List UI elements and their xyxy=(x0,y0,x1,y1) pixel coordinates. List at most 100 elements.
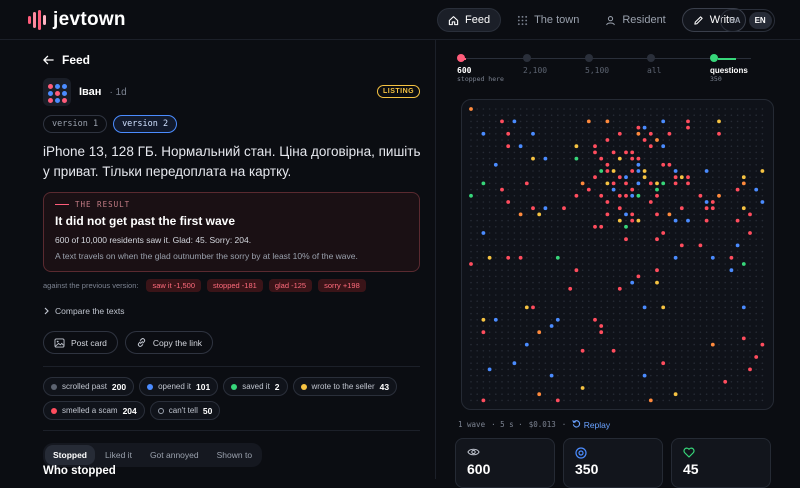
resident-dot xyxy=(693,170,695,172)
resident-dot xyxy=(643,108,646,110)
resident-dot xyxy=(662,108,664,110)
resident-dot xyxy=(557,133,559,135)
resident-dot xyxy=(755,120,757,123)
post-card-button[interactable]: Post card xyxy=(43,331,118,354)
resident-dot xyxy=(749,170,751,172)
resident-dot xyxy=(637,325,640,327)
resident-dot xyxy=(712,250,714,253)
reaction-count: 43 xyxy=(379,381,390,392)
resident-dot xyxy=(724,157,726,160)
nav-town[interactable]: The town xyxy=(507,8,589,32)
resident-dot xyxy=(631,250,633,253)
resident-dot xyxy=(588,257,590,259)
resident-dot xyxy=(668,350,671,352)
avatar[interactable] xyxy=(43,78,71,106)
resident-dot xyxy=(476,157,478,160)
wave-stage-2100[interactable]: 2,100 xyxy=(523,54,547,75)
resident-dot xyxy=(619,145,621,147)
resident-dot xyxy=(612,356,615,358)
tab-stopped[interactable]: Stopped xyxy=(45,445,95,465)
resident-dot xyxy=(557,226,559,228)
reaction-chip[interactable]: opened it 101 xyxy=(139,377,219,396)
image-icon xyxy=(54,337,65,348)
resident-dot xyxy=(761,139,764,141)
resident-dot xyxy=(718,250,720,253)
resident-dot xyxy=(550,139,553,141)
version-1-button[interactable]: version 1 xyxy=(43,115,108,133)
tab-liked-it[interactable]: Liked it xyxy=(97,445,140,465)
resident-dot xyxy=(712,226,714,228)
town-simulation-map[interactable] xyxy=(461,99,774,410)
resident-dot xyxy=(631,381,633,383)
resident-dot xyxy=(594,263,596,265)
resident-dot xyxy=(513,219,516,222)
resident-dot xyxy=(495,207,497,209)
reaction-label: can't tell xyxy=(168,406,198,415)
resident-dot xyxy=(712,362,714,365)
resident-dot xyxy=(619,188,621,191)
resident-dot xyxy=(594,182,596,185)
reaction-chip[interactable]: saved it 2 xyxy=(223,377,288,396)
resident-dot xyxy=(569,157,571,160)
wave-stage-questions[interactable]: questions 350 xyxy=(710,54,748,83)
resident-dot xyxy=(625,133,627,135)
resident-dot xyxy=(699,263,702,265)
resident-dot xyxy=(476,182,478,185)
reaction-chip[interactable]: scrolled past 200 xyxy=(43,377,135,396)
resident-dot xyxy=(736,151,739,154)
resident-dot xyxy=(569,306,571,309)
lang-ua[interactable]: UA xyxy=(723,12,747,29)
resident-dot xyxy=(482,139,485,141)
resident-dot xyxy=(581,257,584,259)
resident-dot xyxy=(488,244,491,247)
resident-dot xyxy=(619,269,621,271)
sim-time: · 5 s · xyxy=(491,420,523,429)
resident-dot xyxy=(662,207,664,209)
tab-shown-to[interactable]: Shown to xyxy=(209,445,260,465)
resident-dot xyxy=(507,393,509,396)
resident-dot xyxy=(563,126,565,129)
logo[interactable]: jevtown xyxy=(28,9,126,31)
wave-stage-600[interactable]: 600 stopped here xyxy=(457,54,504,83)
replay-button[interactable]: Replay xyxy=(572,419,610,430)
nav-feed[interactable]: Feed xyxy=(437,8,502,32)
resident-dot xyxy=(736,300,739,302)
version-2-button[interactable]: version 2 xyxy=(113,115,178,133)
resident-dot xyxy=(712,145,714,147)
resident-dot xyxy=(600,306,602,309)
resident-dot xyxy=(749,195,751,197)
reaction-chip[interactable]: smelled a scam 204 xyxy=(43,401,145,420)
resident-dot xyxy=(736,331,739,333)
resident-dot xyxy=(656,312,658,315)
resident-dot xyxy=(724,325,726,327)
resident-dot xyxy=(544,139,547,141)
compare-texts-toggle[interactable]: Compare the texts xyxy=(43,306,124,316)
resident-dot xyxy=(532,350,534,352)
author-name[interactable]: Іван xyxy=(79,86,101,98)
nav-resident[interactable]: Resident xyxy=(595,8,675,32)
lang-en[interactable]: EN xyxy=(748,12,772,29)
resident-dot xyxy=(718,257,720,259)
resident-dot xyxy=(526,244,528,247)
copy-link-button[interactable]: Copy the link xyxy=(124,331,214,354)
resident-dot xyxy=(550,108,553,110)
back-to-feed[interactable]: Feed xyxy=(43,53,90,67)
resident-dot xyxy=(526,176,528,178)
resident-dot xyxy=(755,145,757,147)
resident-dot xyxy=(606,219,609,222)
wave-stage-all[interactable]: all xyxy=(647,54,661,75)
reaction-chip[interactable]: can't tell 50 xyxy=(149,401,221,420)
reaction-chip[interactable]: wrote to the seller 43 xyxy=(292,377,398,396)
tab-got-annoyed[interactable]: Got annoyed xyxy=(142,445,207,465)
resident-dot xyxy=(656,126,658,129)
resident-dot xyxy=(699,145,702,147)
resident-dot xyxy=(550,275,553,278)
wave-stage-5100[interactable]: 5,100 xyxy=(585,54,609,75)
resident-dot xyxy=(674,368,677,371)
resident-dot xyxy=(482,250,485,253)
resident-dot xyxy=(724,164,726,166)
resident-dot xyxy=(476,120,478,123)
resident-dot xyxy=(550,294,553,296)
resident-dot xyxy=(513,108,516,110)
resident-dot xyxy=(488,263,491,265)
